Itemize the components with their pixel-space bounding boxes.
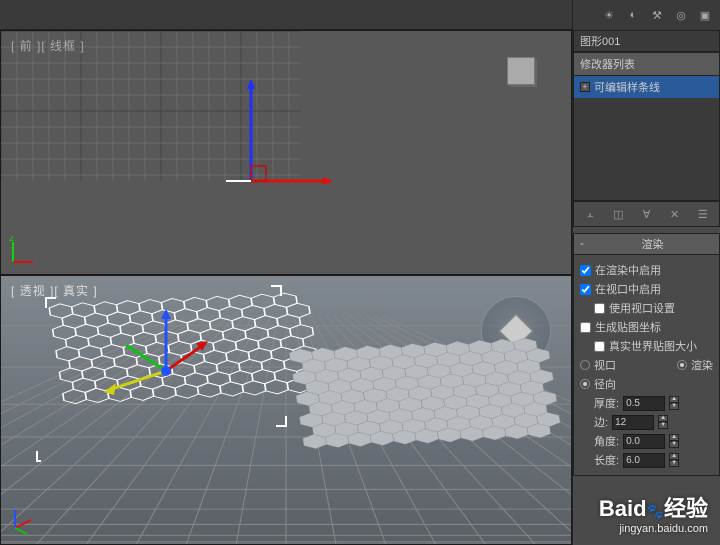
axis-tripod-perspective <box>9 506 39 536</box>
modifier-stack[interactable]: + 可编辑样条线 <box>573 76 720 201</box>
command-panel: ☀ ◐ ⚒ ◎ ▣ 图形001 修改器列表 + 可编辑样条线 ⫠ ◫ ∀ ✕ ☰… <box>572 0 720 545</box>
viewport-perspective[interactable]: [ 透视 ][ 真实 ] <box>0 275 572 545</box>
viewport-label-front[interactable]: [ 前 ][ 线框 ] <box>11 37 85 54</box>
hex-mesh-wire[interactable] <box>1 276 571 544</box>
pin-icon[interactable]: ⫠ <box>582 206 598 222</box>
rollup-title: 渲染 <box>588 236 717 252</box>
radio-row-vp-render: 视口 渲染 <box>580 357 713 373</box>
row-angle: 角度: ▲▼ <box>594 433 713 449</box>
panel-tab-icons: ☀ ◐ ⚒ ◎ ▣ <box>573 0 720 30</box>
chk-realworld-map[interactable]: 真实世界贴图大小 <box>594 338 713 354</box>
rollup-header[interactable]: - 渲染 <box>574 234 719 255</box>
row-length: 长度: ▲▼ <box>594 452 713 468</box>
chk-enable-renderer[interactable]: 在渲染中启用 <box>580 262 713 278</box>
collapse-icon[interactable]: - <box>576 238 588 250</box>
input-thickness[interactable] <box>623 396 665 411</box>
hammer-icon[interactable]: ⚒ <box>648 6 666 24</box>
transform-gizmo-front[interactable] <box>221 71 341 191</box>
chk-use-viewport-settings[interactable]: 使用视口设置 <box>594 300 713 316</box>
radio-radial[interactable]: 径向 <box>580 376 713 392</box>
input-angle[interactable] <box>623 434 665 449</box>
spinner-length[interactable]: ▲▼ <box>669 453 679 467</box>
arc-icon[interactable]: ◐ <box>624 6 642 24</box>
spinner-thickness[interactable]: ▲▼ <box>669 396 679 410</box>
chk-generate-mapping[interactable]: 生成贴图坐标 <box>580 319 713 335</box>
chk-enable-viewport[interactable]: 在视口中启用 <box>580 281 713 297</box>
radio-renderer[interactable] <box>677 360 687 370</box>
configure-icon[interactable]: ☰ <box>695 206 711 222</box>
remove-icon[interactable]: ✕ <box>667 206 683 222</box>
top-toolbar <box>0 0 572 30</box>
spinner-angle[interactable]: ▲▼ <box>669 434 679 448</box>
input-length[interactable] <box>623 453 665 468</box>
spinner-sides[interactable]: ▲▼ <box>658 415 668 429</box>
show-icon[interactable]: ◫ <box>610 206 626 222</box>
viewport-front[interactable]: [ 前 ][ 线框 ] z <box>0 30 572 275</box>
modifier-item-editable-spline[interactable]: + 可编辑样条线 <box>574 76 719 98</box>
modifier-item-label: 可编辑样条线 <box>594 79 660 95</box>
expand-icon[interactable]: + <box>580 82 590 92</box>
svg-text:z: z <box>9 236 15 244</box>
rollup-rendering: - 渲染 在渲染中启用 在视口中启用 使用视口设置 生成贴图坐标 真实世界贴图大… <box>573 233 720 476</box>
sun-icon[interactable]: ☀ <box>600 6 618 24</box>
axis-tripod-front: z <box>9 236 39 266</box>
radio-viewport[interactable] <box>580 360 590 370</box>
object-name-field[interactable]: 图形001 <box>573 30 720 52</box>
unique-icon[interactable]: ∀ <box>638 206 654 222</box>
watermark: Baid🐾经验 jingyan.baidu.com <box>599 491 708 535</box>
viewcube-front[interactable] <box>491 41 551 101</box>
input-sides[interactable] <box>612 415 654 430</box>
modifier-list-dropdown[interactable]: 修改器列表 <box>573 52 720 76</box>
viewport-label-perspective[interactable]: [ 透视 ][ 真实 ] <box>11 282 98 299</box>
display-icon[interactable]: ▣ <box>696 6 714 24</box>
row-sides: 边: ▲▼ <box>594 414 713 430</box>
row-thickness: 厚度: ▲▼ <box>594 395 713 411</box>
target-icon[interactable]: ◎ <box>672 6 690 24</box>
modifier-stack-toolbar: ⫠ ◫ ∀ ✕ ☰ <box>573 201 720 227</box>
